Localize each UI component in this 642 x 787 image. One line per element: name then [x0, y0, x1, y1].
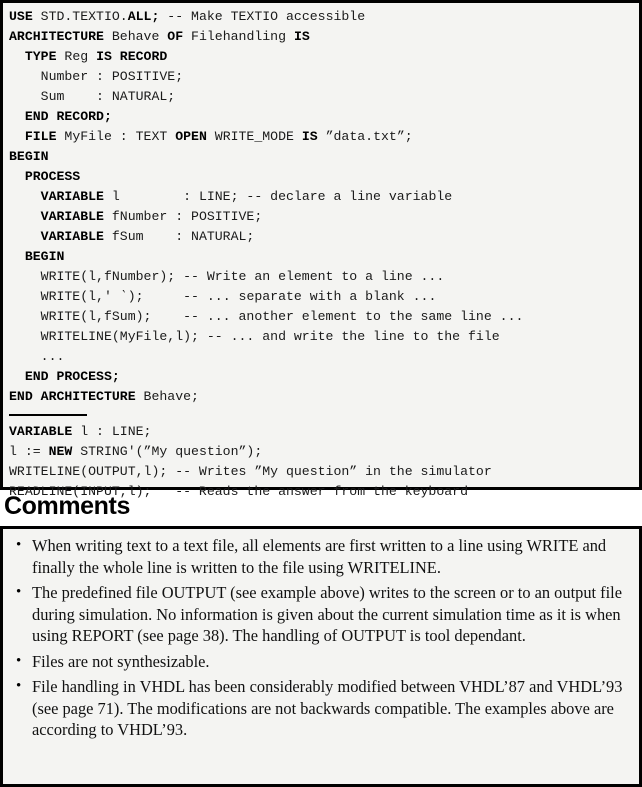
- code-line: TYPE Reg IS RECORD: [3, 47, 639, 67]
- code-keyword: VARIABLE: [9, 229, 112, 244]
- code-keyword: PROCESS: [9, 169, 81, 184]
- code-text: STRING′(”My question”);: [80, 444, 263, 459]
- comment-bullet-item: • When writing text to a text file, all e…: [11, 535, 629, 578]
- code-text: Number : POSITIVE;: [9, 69, 184, 84]
- code-section-divider: [9, 414, 87, 416]
- code-keyword: OPEN: [175, 129, 215, 144]
- code-text: MyFile : TEXT: [64, 129, 176, 144]
- code-text: WRITE(l,fNumber); -- Write an element to…: [9, 269, 445, 284]
- code-line: BEGIN: [3, 147, 639, 167]
- bullet-icon: •: [16, 678, 22, 694]
- code-line: WRITELINE(MyFile,l); -- ... and write th…: [3, 327, 639, 347]
- code-line: VARIABLE l : LINE; -- declare a line var…: [3, 187, 639, 207]
- code-line: PROCESS: [3, 167, 639, 187]
- code-keyword: FILE: [9, 129, 65, 144]
- code-line: USE STD.TEXTIO.ALL; -- Make TEXTIO acces…: [3, 7, 639, 27]
- code-keyword: VARIABLE: [9, 209, 112, 224]
- bullet-icon: •: [16, 584, 22, 600]
- comment-bullet-text: File handling in VHDL has been considera…: [32, 677, 623, 739]
- code-keyword: ARCHITECTURE: [9, 29, 112, 44]
- code-text: WRITE(l,′ ‵); -- ... separate with a bla…: [9, 289, 437, 304]
- code-line: ARCHITECTURE Behave OF Filehandling IS: [3, 27, 639, 47]
- code-keyword: USE: [9, 9, 41, 24]
- code-line: VARIABLE fSum : NATURAL;: [3, 227, 639, 247]
- code-text: l :=: [9, 444, 49, 459]
- code-keyword: NEW: [48, 444, 81, 459]
- code-text: l : LINE;: [80, 424, 152, 439]
- document-page: USE STD.TEXTIO.ALL; -- Make TEXTIO acces…: [0, 0, 642, 787]
- code-line: WRITE(l,fSum); -- ... another element to…: [3, 307, 639, 327]
- code-line: END ARCHITECTURE Behave;: [3, 387, 639, 407]
- code-keyword: END RECORD;: [9, 109, 112, 124]
- code-line: BEGIN: [3, 247, 639, 267]
- code-text: WRITE(l,fSum); -- ... another element to…: [9, 309, 524, 324]
- code-text: WRITELINE(MyFile,l); -- ... and write th…: [9, 329, 500, 344]
- code-keyword: IS: [301, 129, 326, 144]
- comments-bullet-list: • When writing text to a text file, all e…: [11, 535, 629, 741]
- code-keyword: END PROCESS;: [9, 369, 120, 384]
- code-line: VARIABLE l : LINE;: [3, 422, 639, 442]
- comment-bullet-text: When writing text to a text file, all el…: [32, 536, 607, 577]
- code-line: VARIABLE fNumber : POSITIVE;: [3, 207, 639, 227]
- code-line: Sum : NATURAL;: [3, 87, 639, 107]
- code-line: WRITE(l,′ ‵); -- ... separate with a bla…: [3, 287, 639, 307]
- code-line: ...: [3, 347, 639, 367]
- code-text: Sum : NATURAL;: [9, 89, 176, 104]
- code-keyword: ALL;: [127, 9, 160, 24]
- code-keyword: END ARCHITECTURE: [9, 389, 144, 404]
- code-line: END PROCESS;: [3, 367, 639, 387]
- comment-bullet-text: The predefined file OUTPUT (see example …: [32, 583, 623, 645]
- code-text: Behave: [111, 29, 168, 44]
- code-text: ”data.txt”;: [325, 129, 413, 144]
- code-keyword: IS: [293, 29, 310, 44]
- code-text: Reg: [64, 49, 97, 64]
- code-line: END RECORD;: [3, 107, 639, 127]
- code-lines-secondary: VARIABLE l : LINE; l := NEW STRING′(”My q…: [3, 422, 639, 502]
- code-text: STD.TEXTIO.: [40, 9, 128, 24]
- code-text: Behave;: [143, 389, 199, 404]
- code-line: WRITELINE(OUTPUT,l); -- Writes ”My quest…: [3, 462, 639, 482]
- comment-bullet-text: Files are not synthesizable.: [32, 651, 210, 671]
- code-keyword: BEGIN: [9, 149, 49, 164]
- vhdl-code-block: USE STD.TEXTIO.ALL; -- Make TEXTIO acces…: [0, 0, 642, 499]
- code-lines-primary: USE STD.TEXTIO.ALL; -- Make TEXTIO acces…: [3, 7, 639, 407]
- comment-bullet-item: • File handling in VHDL has been consider…: [11, 676, 629, 741]
- code-line: WRITE(l,fNumber); -- Write an element to…: [3, 267, 639, 287]
- comments-heading: Comments: [4, 492, 130, 520]
- code-keyword: BEGIN: [9, 249, 65, 264]
- code-text: ...: [9, 349, 65, 364]
- code-text: fNumber : POSITIVE;: [111, 209, 263, 224]
- comment-bullet-item: • The predefined file OUTPUT (see example…: [11, 582, 629, 647]
- bullet-icon: •: [16, 652, 22, 669]
- code-text: WRITELINE(OUTPUT,l); -- Writes ”My quest…: [9, 464, 492, 479]
- bullet-icon: •: [16, 537, 22, 553]
- code-line: FILE MyFile : TEXT OPEN WRITE_MODE IS ”d…: [3, 127, 639, 147]
- comment-bullet-item: • Files are not synthesizable.: [11, 651, 629, 673]
- code-line: Number : POSITIVE;: [3, 67, 639, 87]
- code-keyword: VARIABLE: [9, 424, 81, 439]
- code-keyword: TYPE: [9, 49, 65, 64]
- code-text: l : LINE; -- declare a line variable: [111, 189, 453, 204]
- code-line: l := NEW STRING′(”My question”);: [3, 442, 639, 462]
- code-text: fSum : NATURAL;: [111, 229, 255, 244]
- code-text: Filehandling: [191, 29, 294, 44]
- comments-box: • When writing text to a text file, all e…: [0, 526, 642, 787]
- code-keyword: IS RECORD: [96, 49, 168, 64]
- code-keyword: VARIABLE: [9, 189, 112, 204]
- code-keyword: OF: [167, 29, 192, 44]
- code-text: -- Make TEXTIO accessible: [159, 9, 366, 24]
- code-text: WRITE_MODE: [214, 129, 302, 144]
